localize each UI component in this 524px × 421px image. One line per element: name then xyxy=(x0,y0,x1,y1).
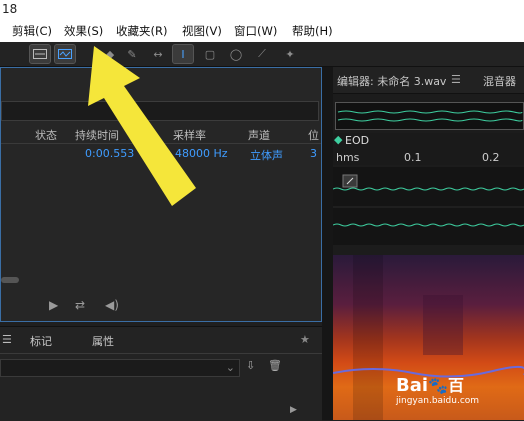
pointer-arrow-icon xyxy=(88,46,196,206)
watermark-brand: Bai xyxy=(396,375,429,396)
watermark-domain: jingyan.baidu.com xyxy=(396,396,480,406)
watermark-brand2: 百 xyxy=(447,376,464,395)
paw-icon: 🐾 xyxy=(428,376,448,395)
watermark: Bai🐾百 jingyan.baidu.com xyxy=(396,372,479,406)
